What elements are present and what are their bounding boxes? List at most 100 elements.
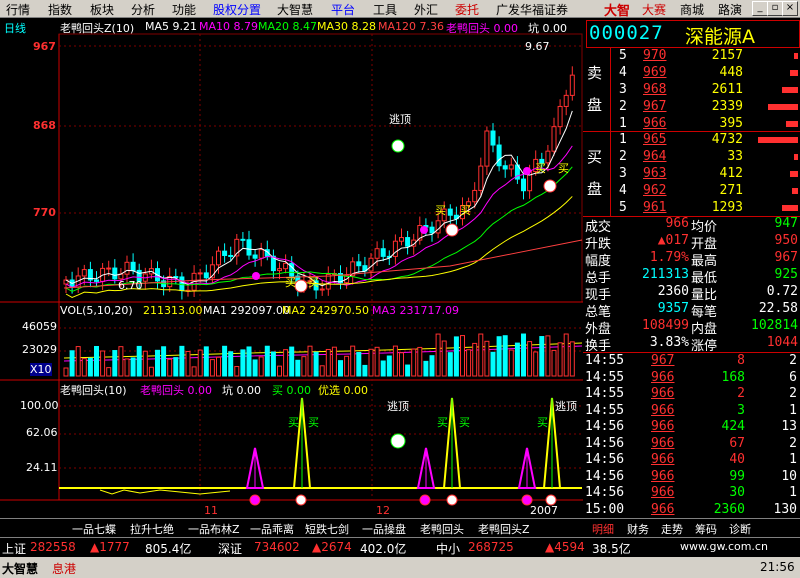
candle-body [197,272,203,275]
close-button[interactable]: × [782,1,798,16]
top-sell-icon [390,433,406,449]
indicator-name[interactable]: 老鸭回头Z(10) [60,20,134,36]
tab-formula-6[interactable]: 一品操盘 [362,521,406,537]
site-url[interactable]: www.gw.com.cn [680,540,768,553]
tick-count: 2 [789,386,797,401]
chart-area[interactable]: 日线 老鸭回头Z(10) MA5 9.21 MA10 8.79 MA20 8.4… [0,18,583,518]
stat-value: 925 [774,267,798,282]
tab-formula-2[interactable]: 拉升七绝 [130,521,174,537]
stat-value: 950 [774,233,798,248]
stock-name[interactable]: 深能源A [685,22,755,49]
volume-bar [124,358,130,377]
volume-bar [161,346,167,377]
stock-code[interactable]: 000027 [589,22,664,44]
buy-price[interactable]: 963 [643,166,666,181]
menu-item-platform[interactable]: 平台 [331,1,355,18]
tab-formula-8[interactable]: 老鸭回头Z [478,521,530,537]
ind-youxuan-legend: 优选 0.00 [318,384,368,397]
menu-item-analysis[interactable]: 分析 [131,1,155,18]
y-tick-868: 868 [33,119,56,132]
menu-item-dzh[interactable]: 大智慧 [277,1,313,18]
tick-price[interactable]: 966 [651,469,674,484]
sh-value: 282558 [30,540,76,554]
sell-price[interactable]: 968 [643,82,666,97]
volume-bar [521,333,526,377]
tab-detail[interactable]: 明细 [592,521,614,537]
volume-bar [240,349,246,377]
candle-body [228,254,234,257]
tick-price[interactable]: 966 [651,485,674,500]
y-tick-967: 967 [33,40,56,53]
low-price-label: 6.70 [118,279,143,292]
buy-price[interactable]: 964 [643,149,666,164]
stat-value: 211313 [642,267,689,282]
tick-volume: 2360 [713,501,745,517]
buy-volume: 1293 [711,200,743,215]
tick-price[interactable]: 966 [651,502,674,517]
tab-formula-4[interactable]: 一品乖离 [250,521,294,537]
tick-time: 14:56 [585,485,625,500]
tab-diagnose[interactable]: 诊断 [729,521,751,537]
indicator-legend-name[interactable]: 老鸭回头(10) [60,382,127,398]
minimize-button[interactable]: _ [752,1,768,16]
tab-finance[interactable]: 财务 [627,521,649,537]
menu-item-share-reform[interactable]: 股权分置 [213,1,261,18]
menu-item-trade[interactable]: 委托 [455,1,479,18]
sell-label-1: 卖 [587,64,603,82]
kline-svg[interactable] [0,18,583,518]
tick-price[interactable]: 966 [651,436,674,451]
ind-buy-2: 买 [308,416,319,429]
sz-label[interactable]: 深证 [218,540,242,557]
tab-formula-5[interactable]: 短跌七剑 [305,521,349,537]
volume-bar [331,346,337,377]
candle-body [240,238,246,241]
menu-item-index[interactable]: 指数 [48,1,72,18]
volume-bar [386,355,392,377]
tab-chips[interactable]: 筹码 [695,521,717,537]
tab-formula-3[interactable]: 一品布林Z [188,521,240,537]
candle-body [429,226,435,234]
tick-price[interactable]: 966 [651,403,674,418]
zx-label[interactable]: 中小 [436,540,460,557]
buy-price[interactable]: 965 [643,132,666,147]
sh-label[interactable]: 上证 [2,540,26,557]
sell-price[interactable]: 969 [643,65,666,80]
ma10-legend: MA10 8.79 [199,20,259,33]
buy-price[interactable]: 961 [643,200,666,215]
tick-price[interactable]: 966 [651,370,674,385]
menu-item-broker[interactable]: 广发华福证券 [496,1,568,18]
period-label[interactable]: 日线 [4,20,26,36]
news-ticker[interactable]: 息港 [52,560,76,577]
tick-volume: 2 [737,386,745,401]
brand-tab-mall[interactable]: 商城 [680,1,704,18]
volume-bar [118,346,124,377]
tick-price[interactable]: 966 [651,386,674,401]
tab-formula-7[interactable]: 老鸭回头 [420,521,464,537]
brand-tab-contest[interactable]: 大赛 [642,1,666,18]
volume-bar [380,360,386,377]
menu-item-functions[interactable]: 功能 [172,1,196,18]
volume-bar [417,346,423,377]
tick-price[interactable]: 966 [651,419,674,434]
sell-price[interactable]: 966 [643,116,666,131]
restore-button[interactable]: ▫ [767,1,783,16]
tick-price[interactable]: 966 [651,452,674,467]
sell-price[interactable]: 967 [643,99,666,114]
x-label-12: 12 [376,504,390,517]
brand-tab-roadshow[interactable]: 路演 [718,1,742,18]
buy-price[interactable]: 962 [643,183,666,198]
candle-body [551,126,557,152]
ind-buy-3: 买 [437,416,448,429]
menu-item-tools[interactable]: 工具 [373,1,397,18]
sell-level: 3 [619,82,627,97]
sell-price[interactable]: 970 [643,48,666,63]
menu-item-sector[interactable]: 板块 [90,1,114,18]
menu-item-forex[interactable]: 外汇 [414,1,438,18]
tick-price[interactable]: 967 [651,353,674,368]
tab-trend[interactable]: 走势 [661,521,683,537]
tab-formula-1[interactable]: 一品七蝶 [72,521,116,537]
volume-bar [514,342,520,377]
menu-item-quotes[interactable]: 行情 [6,1,30,18]
volume-bar [185,350,191,377]
volume-bar [234,366,240,377]
